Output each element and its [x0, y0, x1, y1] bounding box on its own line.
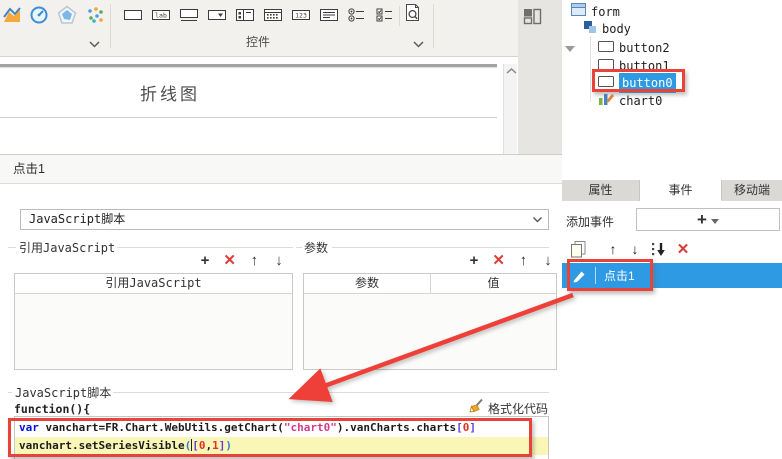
sort-events-icon[interactable] — [648, 240, 670, 258]
ref-js-table[interactable]: 引用JavaScript — [14, 273, 293, 370]
event-edit-dialog: 点击1 JavaScript脚本 引用JavaScript 参数 + ✕ ↑ ↓… — [0, 154, 566, 459]
ref-js-legend: 引用JavaScript — [17, 239, 118, 256]
tab-properties[interactable]: 属性 — [562, 180, 640, 201]
add-icon[interactable]: + — [465, 252, 483, 270]
panel-tabs: 属性 事件 移动端 — [562, 180, 782, 201]
checkboxgroup-widget-icon[interactable] — [374, 6, 396, 24]
row-divider — [595, 267, 596, 284]
event-type-select[interactable]: JavaScript脚本 — [20, 209, 549, 230]
move-up-icon[interactable]: ↑ — [604, 240, 622, 258]
copy-event-icon[interactable] — [568, 240, 588, 258]
button-icon — [598, 39, 614, 57]
tree-item-label: chart0 — [619, 94, 663, 108]
textfield-widget-icon[interactable] — [122, 6, 144, 24]
add-icon[interactable]: + — [196, 252, 214, 270]
add-event-button[interactable]: + — [636, 208, 780, 231]
svg-text:lab: lab — [155, 12, 167, 20]
number-widget-icon[interactable]: 123 — [290, 6, 312, 24]
widget-group-label: 控件 — [245, 35, 270, 49]
button-widget-icon[interactable] — [178, 6, 200, 24]
gauge-chart-icon[interactable] — [28, 4, 50, 26]
combobox-widget-icon[interactable] — [206, 6, 228, 24]
tree-item-button0-selected[interactable]: button0 — [562, 73, 782, 93]
chart-widget-icon — [598, 91, 614, 111]
tree-item-label: button2 — [619, 41, 670, 55]
finereport-designer-window: lab 123 控件 form body button2 button1 but… — [0, 0, 782, 459]
layout-blocks-icon[interactable] — [523, 8, 542, 28]
body-icon — [583, 20, 597, 39]
event-item-click1[interactable]: 点击1 — [562, 263, 782, 288]
format-code-icon[interactable] — [468, 398, 485, 417]
edit-pencil-icon[interactable] — [572, 268, 587, 283]
chart-widget-border — [0, 64, 497, 67]
widget-tree-panel: form body button2 button1 button0 chart0 — [562, 0, 782, 180]
script-legend: JavaScript脚本 — [13, 384, 114, 401]
chart-widget-border — [0, 117, 497, 118]
tab-mobile[interactable]: 移动端 — [722, 180, 782, 201]
tree-item-form[interactable]: form — [562, 3, 782, 21]
event-item-label: 点击1 — [604, 269, 635, 283]
form-canvas[interactable]: 折线图 — [0, 57, 518, 154]
chart-title: 折线图 — [140, 85, 200, 104]
ribbon-toolbar: lab 123 控件 — [0, 0, 518, 57]
tree-item-body[interactable]: body — [562, 20, 782, 52]
datepicker-widget-icon[interactable] — [262, 6, 284, 24]
tree-item-chart0[interactable]: chart0 — [562, 92, 782, 110]
params-toolbar: + ✕ ↑ ↓ — [465, 251, 557, 271]
panel-widget-icon[interactable] — [234, 6, 256, 24]
textarea-widget-icon[interactable] — [318, 6, 340, 24]
move-up-icon[interactable]: ↑ — [514, 252, 532, 270]
button-icon — [598, 74, 614, 92]
center-splitter-strip — [518, 0, 562, 154]
properties-events-panel: 属性 事件 移动端 添加事件 + ↑ ↓ ✕ 点击1 — [562, 154, 782, 459]
params-table[interactable]: 参数 值 — [303, 273, 557, 370]
code-line-1[interactable]: var vanchart=FR.Chart.WebUtils.getChart(… — [15, 419, 548, 437]
function-signature: function(){ — [14, 402, 91, 416]
chevron-down-icon[interactable] — [412, 38, 425, 48]
code-editor[interactable]: var vanchart=FR.Chart.WebUtils.getChart(… — [14, 416, 549, 459]
svg-text:123: 123 — [295, 12, 307, 20]
chevron-down-icon[interactable] — [88, 38, 101, 48]
delete-icon[interactable]: ✕ — [490, 252, 508, 270]
ref-js-column-header: 引用JavaScript — [105, 276, 202, 290]
scroll-up-icon — [506, 67, 517, 74]
move-up-icon[interactable]: ↑ — [245, 252, 263, 270]
code-line-2-current[interactable]: vanchart.setSeriesVisible([0,1]) — [15, 437, 548, 455]
plus-icon: + — [697, 209, 707, 229]
scatter-chart-icon[interactable] — [84, 4, 106, 26]
move-down-icon[interactable]: ↓ — [539, 252, 557, 270]
toolbar-separator — [433, 4, 434, 48]
tree-item-label: form — [591, 5, 620, 19]
button-icon — [598, 57, 614, 75]
radar-chart-icon[interactable] — [56, 4, 78, 26]
tab-events[interactable]: 事件 — [640, 180, 722, 201]
value-column-header: 值 — [487, 276, 500, 290]
form-icon — [571, 3, 586, 21]
move-down-icon[interactable]: ↓ — [626, 240, 644, 258]
param-column-header: 参数 — [304, 274, 431, 293]
toolbar-separator — [399, 6, 400, 26]
preview-icon[interactable] — [402, 3, 424, 25]
tree-item-label: body — [602, 22, 631, 36]
label-widget-icon[interactable]: lab — [150, 6, 172, 24]
add-event-label: 添加事件 — [566, 215, 615, 229]
canvas-scrollbar[interactable] — [503, 64, 517, 154]
event-type-value: JavaScript脚本 — [29, 212, 126, 226]
chevron-down-icon[interactable] — [528, 212, 546, 227]
ref-js-toolbar: + ✕ ↑ ↓ — [196, 251, 288, 271]
params-legend: 参数 — [302, 239, 331, 256]
dropdown-arrow-icon — [710, 218, 719, 224]
move-down-icon[interactable]: ↓ — [270, 252, 288, 270]
tree-item-button2[interactable]: button2 — [562, 39, 782, 57]
delete-event-icon[interactable]: ✕ — [674, 240, 692, 258]
format-code-button[interactable]: 格式化代码 — [488, 400, 548, 417]
dialog-title: 点击1 — [0, 155, 566, 184]
area-chart-icon[interactable] — [1, 4, 23, 26]
radiogroup-widget-icon[interactable] — [346, 6, 368, 24]
delete-icon[interactable]: ✕ — [221, 252, 239, 270]
tree-item-label: button0 — [619, 73, 676, 93]
toolbar-separator — [110, 4, 111, 48]
